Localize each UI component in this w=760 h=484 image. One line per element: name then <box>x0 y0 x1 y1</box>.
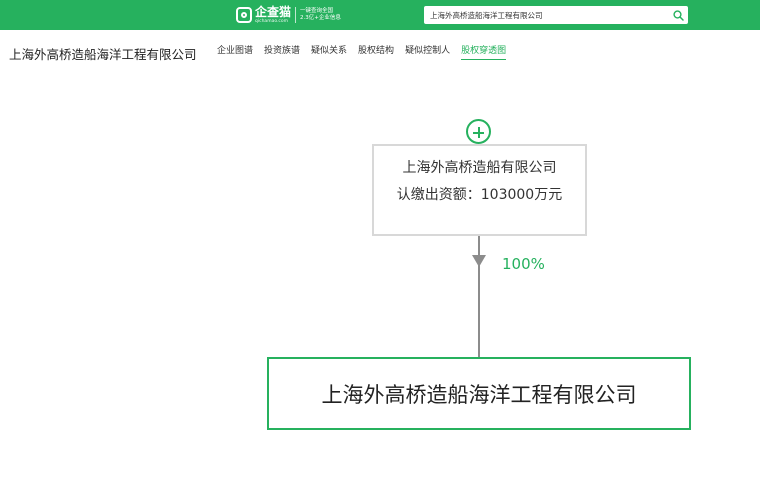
tab-investment-tree[interactable]: 投资族谱 <box>264 45 300 59</box>
search-box <box>424 6 688 24</box>
slogan-line-1: 一键查询全国 <box>300 8 334 15</box>
search-icon[interactable] <box>668 6 688 24</box>
tab-suspected-controller[interactable]: 疑似控制人 <box>405 45 450 59</box>
tab-equity-penetration[interactable]: 股权穿透图 <box>461 45 507 60</box>
expand-plus-icon[interactable] <box>466 119 491 144</box>
top-bar: 企查猫 qichamao.com 一键查询全国 2.3亿+企业信息 <box>0 0 760 30</box>
logo-name: 企查猫 <box>255 4 292 19</box>
logo-domain: qichamao.com <box>255 18 289 24</box>
site-logo[interactable]: 企查猫 qichamao.com 一键查询全国 2.3亿+企业信息 <box>236 6 341 24</box>
logo-divider <box>295 7 297 23</box>
logo-slogan: 一键查询全国 2.3亿+企业信息 <box>300 8 341 22</box>
tab-suspected-relations[interactable]: 疑似关系 <box>311 45 347 59</box>
logo-icon <box>236 7 252 23</box>
tab-nav: 企业图谱 投资族谱 疑似关系 股权结构 疑似控制人 股权穿透图 <box>217 45 517 60</box>
target-company-node[interactable]: 上海外高桥造船海洋工程有限公司 <box>267 357 691 430</box>
search-input[interactable] <box>424 6 668 24</box>
shareholder-node[interactable]: 上海外高桥造船有限公司 认缴出资额：103000万元 <box>372 144 587 236</box>
arrow-down-icon <box>472 255 486 267</box>
target-company-name: 上海外高桥造船海洋工程有限公司 <box>321 382 637 407</box>
edge-percent-label: 100% <box>502 255 545 273</box>
page-title: 上海外高桥造船海洋工程有限公司 <box>9 47 197 62</box>
tab-enterprise-graph[interactable]: 企业图谱 <box>217 45 253 59</box>
shareholder-name: 上海外高桥造船有限公司 <box>402 160 557 176</box>
slogan-line-2: 2.3亿+企业信息 <box>300 15 341 21</box>
shareholder-capital: 认缴出资额：103000万元 <box>396 187 563 203</box>
tab-equity-structure[interactable]: 股权结构 <box>358 45 394 59</box>
